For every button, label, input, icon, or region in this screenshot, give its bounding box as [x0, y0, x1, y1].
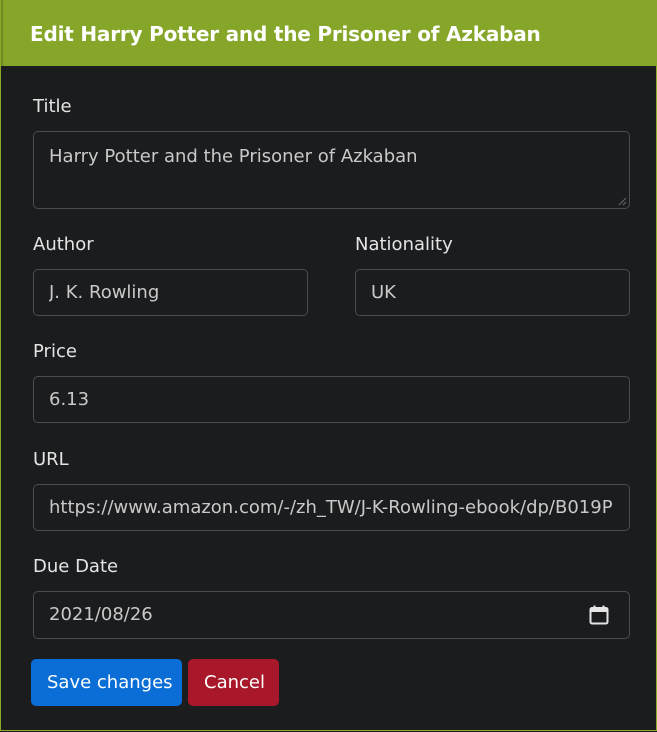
due-date-field[interactable]: 2021/08/26	[33, 591, 630, 639]
author-field[interactable]	[33, 269, 308, 316]
url-field[interactable]	[33, 484, 630, 531]
url-label: URL	[33, 449, 69, 470]
due-date-value: 2021/08/26	[49, 604, 153, 625]
save-changes-button[interactable]: Save changes	[31, 659, 182, 706]
due-date-label: Due Date	[33, 556, 119, 577]
title-label: Title	[33, 96, 72, 117]
author-label: Author	[33, 234, 94, 255]
calendar-icon[interactable]	[588, 604, 610, 626]
price-label: Price	[33, 341, 77, 362]
title-field[interactable]: Harry Potter and the Prisoner of Azkaban	[33, 131, 630, 209]
nationality-label: Nationality	[355, 234, 453, 255]
cancel-button[interactable]: Cancel	[188, 659, 279, 706]
modal-title: Edit Harry Potter and the Prisoner of Az…	[30, 22, 541, 46]
price-field[interactable]	[33, 376, 630, 423]
edit-book-modal: Edit Harry Potter and the Prisoner of Az…	[0, 0, 657, 731]
modal-header: Edit Harry Potter and the Prisoner of Az…	[1, 0, 657, 66]
nationality-field[interactable]	[355, 269, 630, 316]
